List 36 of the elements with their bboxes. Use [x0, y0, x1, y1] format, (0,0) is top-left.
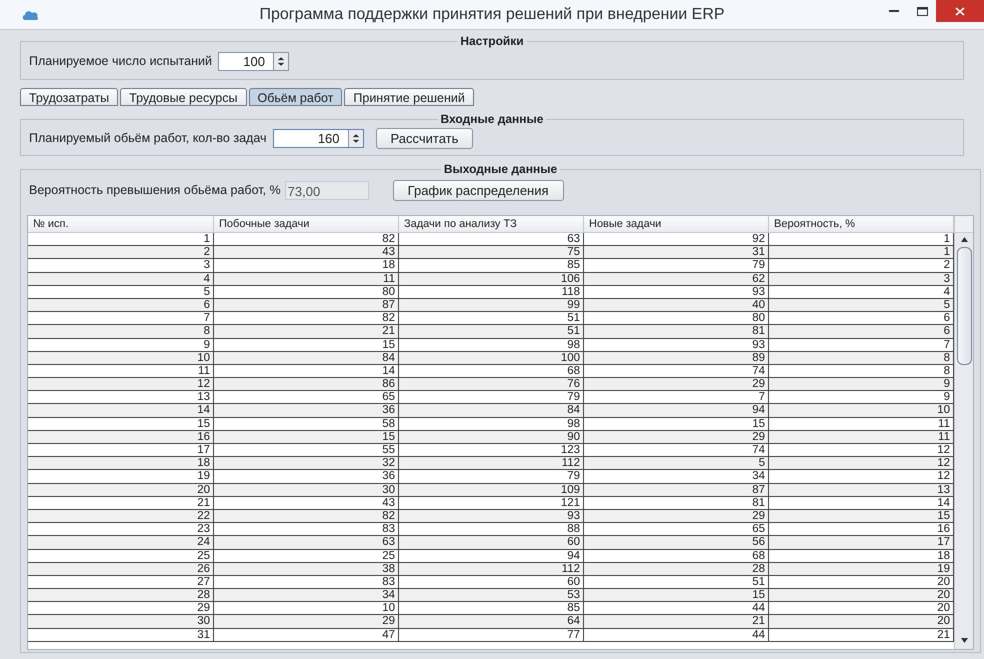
column-header[interactable]: Побочные задачи	[214, 216, 399, 233]
close-icon[interactable]	[955, 6, 965, 16]
column-header[interactable]: № исп.	[28, 216, 214, 233]
field-label: Планируемый обьём работ, кол-во задач	[29, 130, 267, 148]
tab[interactable]: Трудозатраты	[20, 88, 118, 106]
spinner-arrows-icon[interactable]	[272, 53, 288, 70]
column-header[interactable]: Новые задачи	[584, 216, 769, 233]
tab[interactable]: Обьём работ	[248, 88, 342, 106]
spinner-arrows-icon[interactable]	[348, 130, 363, 147]
window-title: Программа поддержки принятия решений при внедрении ERP	[259, 4, 725, 24]
trials-spinner[interactable]: 100	[218, 52, 289, 71]
probability-field: 73,00	[284, 181, 369, 200]
minimize-icon[interactable]	[889, 9, 899, 13]
field-label: Планируемое число испытаний	[29, 53, 212, 70]
table-cell: 77	[399, 628, 584, 642]
column-header[interactable]: Задачи по анализу ТЗ	[399, 216, 584, 233]
column-header[interactable]: Вероятность, %	[769, 216, 954, 233]
maximize-icon[interactable]	[916, 6, 928, 16]
chart-button[interactable]: График распределения	[392, 180, 564, 201]
panel-legend: Настройки	[457, 32, 527, 50]
table-cell: 44	[584, 628, 769, 642]
field-label: Вероятность превышения обьёма работ, %	[29, 182, 281, 200]
panel-legend: Входные данные	[438, 110, 546, 128]
table-cell: 31	[28, 628, 214, 642]
scroll-down-icon[interactable]	[960, 637, 968, 645]
table-cell: 21	[769, 628, 954, 642]
app-icon	[22, 9, 40, 21]
scroll-up-icon[interactable]	[960, 235, 968, 243]
close-button[interactable]	[936, 0, 984, 22]
scrollbar-thumb[interactable]	[956, 247, 972, 365]
table-cell: 47	[214, 628, 399, 642]
panel-legend: Выходные данные	[440, 160, 560, 178]
calculate-button[interactable]: Рассчитать	[376, 128, 474, 149]
volume-spinner[interactable]: 160	[272, 129, 364, 148]
tab[interactable]: Принятие решений	[344, 88, 474, 106]
tab[interactable]: Трудовые ресурсы	[120, 88, 246, 106]
